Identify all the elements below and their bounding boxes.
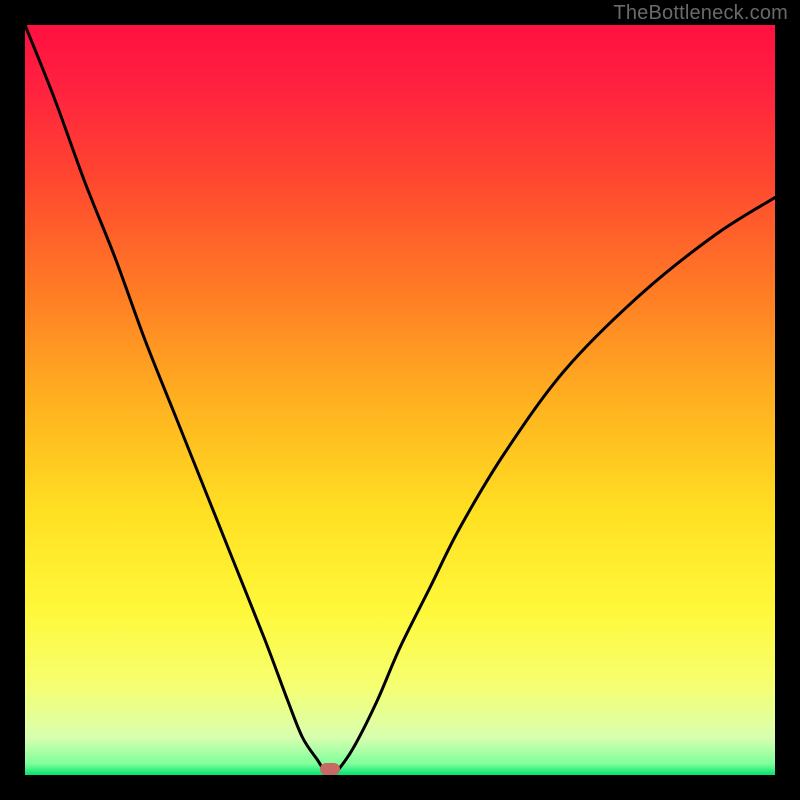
bottleneck-plot	[25, 25, 775, 775]
plot-background	[25, 25, 775, 775]
chart-stage: TheBottleneck.com	[0, 0, 800, 800]
optimal-point-marker	[320, 763, 340, 775]
watermark-text: TheBottleneck.com	[613, 2, 788, 25]
